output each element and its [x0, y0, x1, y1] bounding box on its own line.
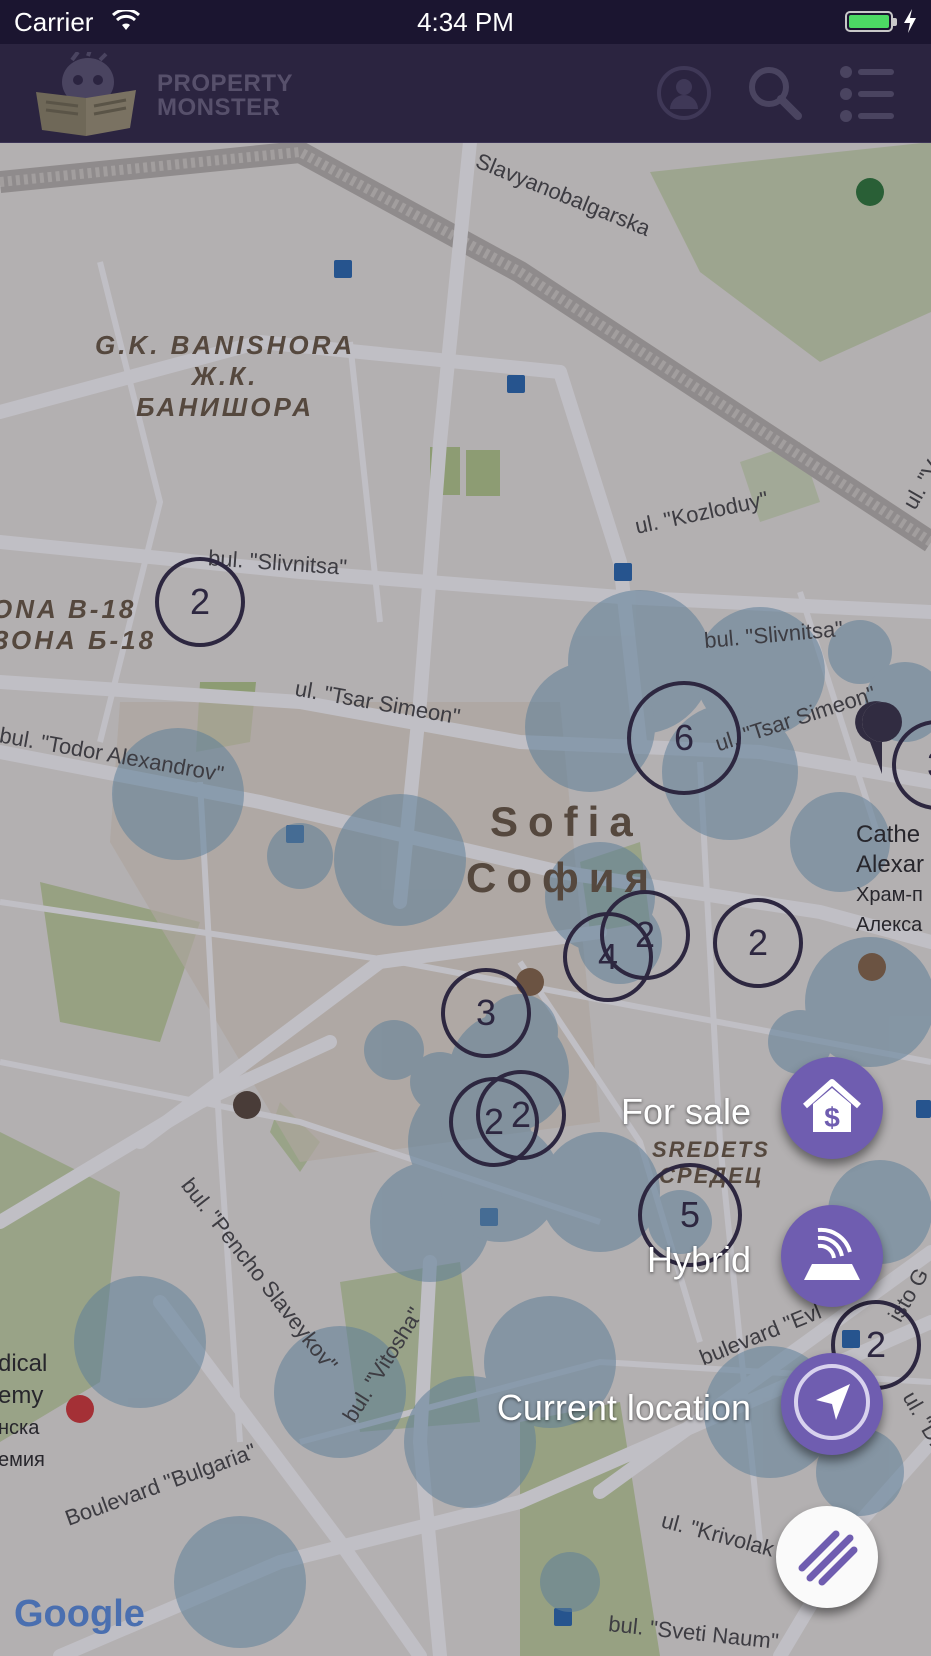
map-cluster-marker[interactable]: 2 [713, 898, 803, 988]
battery-icon [845, 11, 897, 32]
charging-icon [903, 9, 917, 38]
profile-button[interactable] [655, 64, 713, 122]
status-bar: Carrier 4:34 PM [0, 0, 931, 44]
fab-label[interactable]: Hybrid [647, 1239, 751, 1281]
fab-item-hybrid[interactable]: Hybrid [0, 1205, 931, 1315]
brand-line1: PROPERTY [157, 70, 294, 97]
map-cluster-marker[interactable]: 2 [155, 557, 245, 647]
fab-label[interactable]: Current location [497, 1387, 751, 1429]
profile-icon [655, 66, 713, 126]
district-label-banishora: G.K. BANISHORA Ж.К. БАНИШОРА [95, 330, 356, 422]
logo-icon[interactable] [32, 49, 142, 136]
fab-item-for-sale[interactable]: For sale $ [0, 1057, 931, 1167]
search-button[interactable] [746, 64, 804, 122]
house-dollar-icon: $ [799, 1076, 865, 1141]
brand-line2: MONSTER [157, 94, 281, 121]
fab-item-current-location[interactable]: Current location [0, 1353, 931, 1463]
fab-toggle-button[interactable] [776, 1506, 878, 1608]
search-icon [746, 67, 804, 126]
app-header: PROPERTY MONSTER [0, 44, 931, 143]
satellite-layers-icon [800, 1226, 864, 1287]
svg-text:$: $ [824, 1102, 840, 1133]
current-location-button[interactable] [781, 1353, 883, 1455]
fab-label[interactable]: For sale [621, 1091, 751, 1133]
clock: 4:34 PM [417, 7, 514, 37]
poi-label-cathedral: Cathe Alexar Храм-п Алекса [856, 821, 925, 936]
stripes-icon [792, 1520, 862, 1595]
city-label-latin: Sofia [490, 798, 643, 845]
navigation-arrow-icon [792, 1362, 872, 1447]
district-label-zona-b18: ONA B-18 ЗОНА Б-18 [0, 594, 157, 655]
map-cluster-marker[interactable]: 4 [563, 912, 653, 1002]
hybrid-button[interactable] [781, 1205, 883, 1307]
map-cluster-marker[interactable]: 3 [441, 968, 531, 1058]
brand-name: PROPERTY MONSTER [157, 72, 293, 120]
map-cluster-marker[interactable]: 6 [627, 681, 741, 795]
for-sale-button[interactable]: $ [781, 1057, 883, 1159]
menu-icon [838, 66, 896, 126]
menu-button[interactable] [838, 64, 896, 122]
google-attribution-logo[interactable]: Google [14, 1593, 145, 1636]
